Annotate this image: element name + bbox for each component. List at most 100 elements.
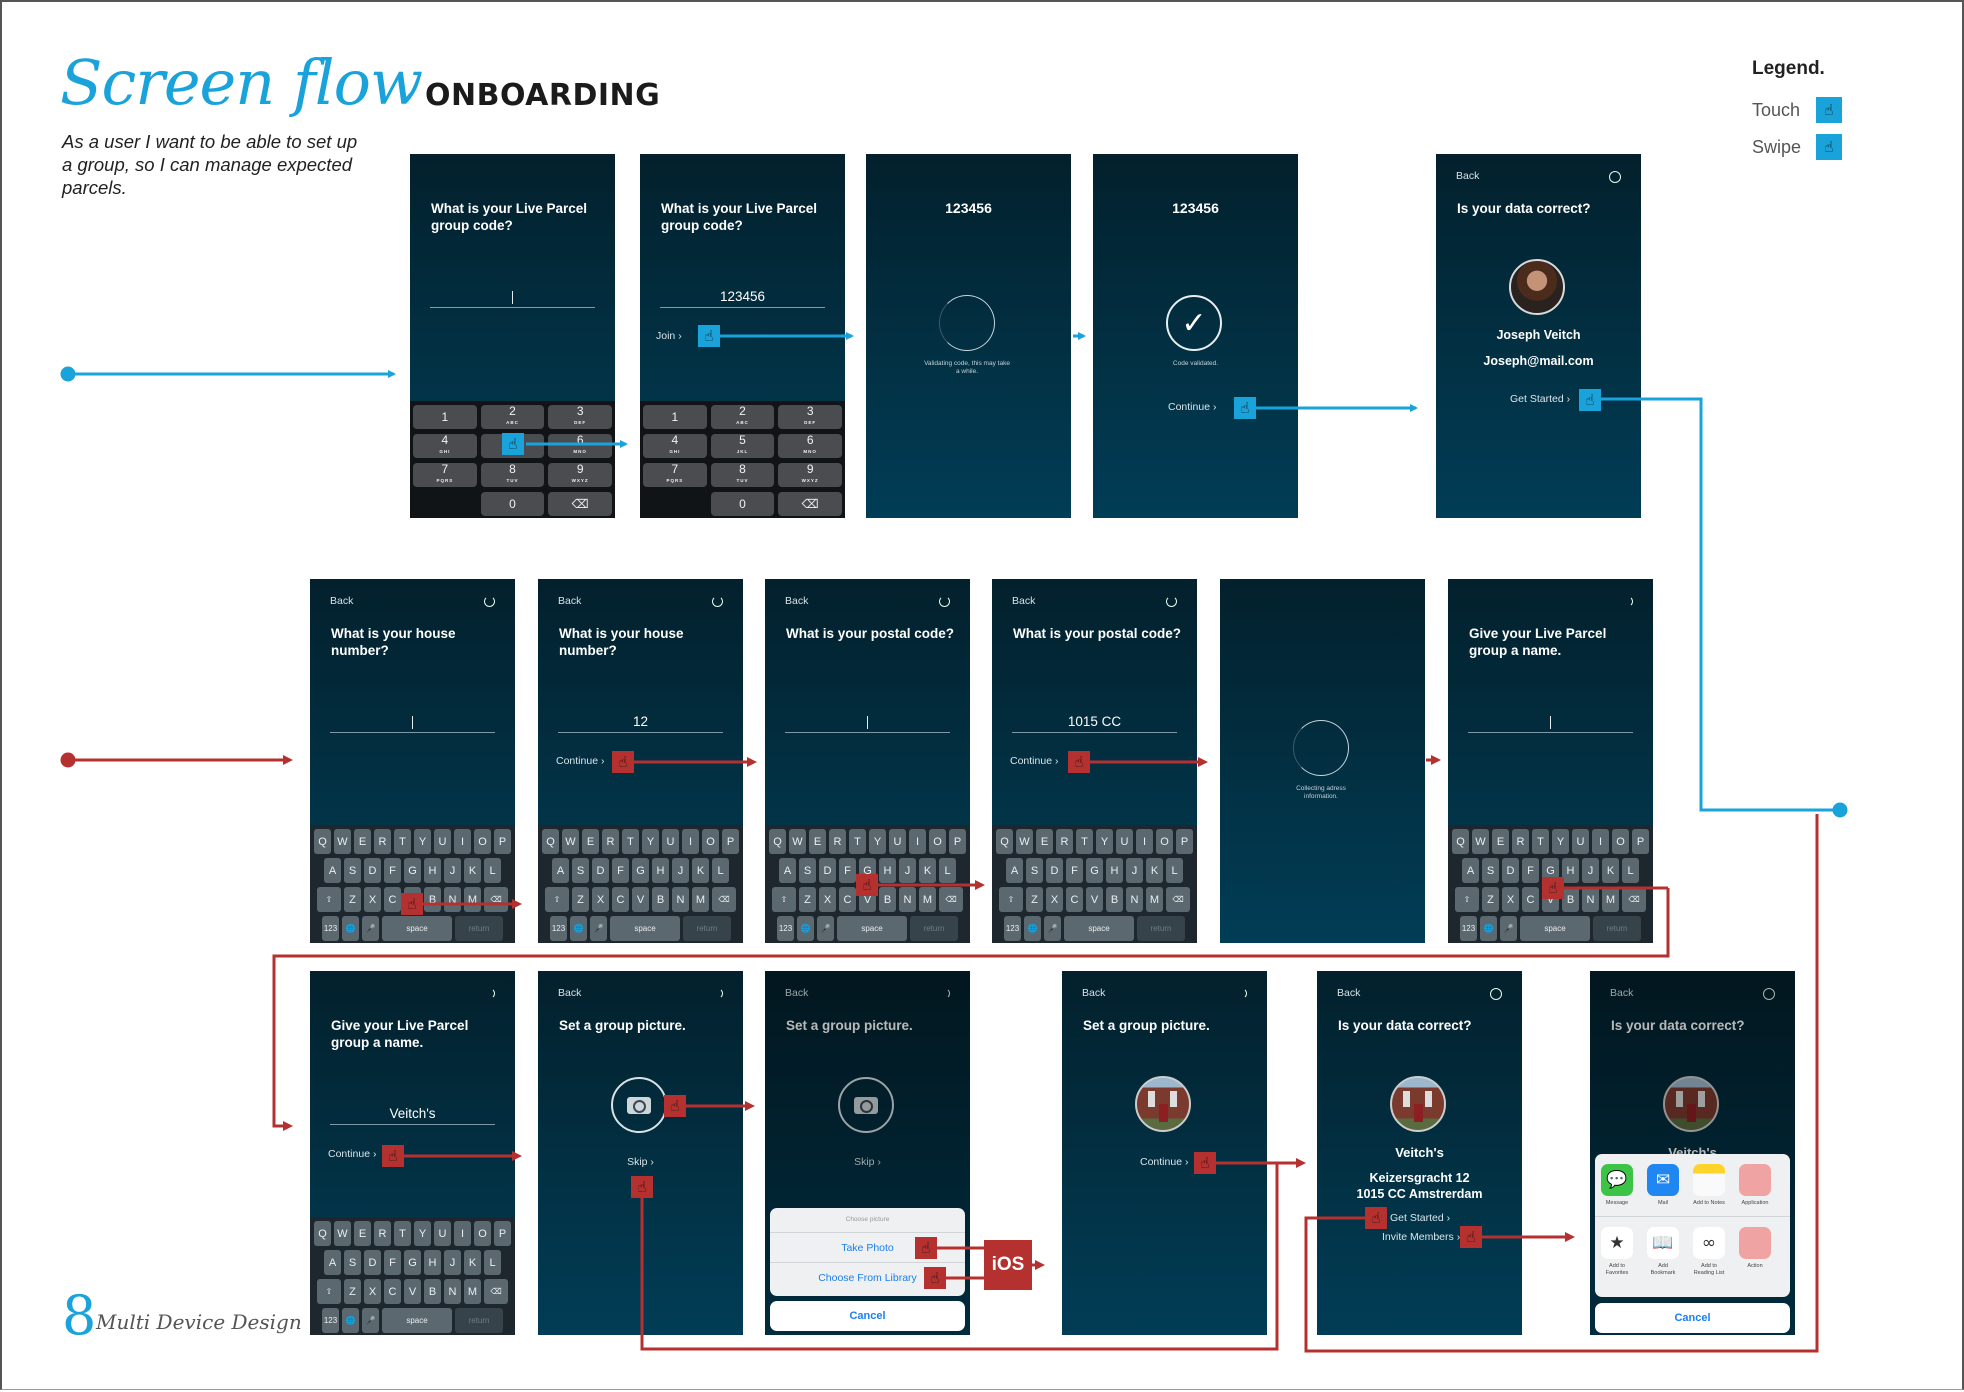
- key[interactable]: L: [1166, 858, 1183, 883]
- group-code-input[interactable]: 123456: [660, 288, 825, 308]
- key[interactable]: X: [364, 1279, 381, 1304]
- key[interactable]: O: [929, 829, 946, 854]
- key-123[interactable]: 123: [1004, 916, 1021, 941]
- key[interactable]: H: [1106, 858, 1123, 883]
- microphone-icon[interactable]: 🎤: [362, 916, 379, 941]
- key[interactable]: T: [1532, 829, 1549, 854]
- key[interactable]: F: [612, 858, 629, 883]
- key[interactable]: H: [1562, 858, 1579, 883]
- microphone-icon[interactable]: 🎤: [817, 916, 834, 941]
- key[interactable]: M: [464, 1279, 481, 1304]
- keyboard[interactable]: QWERTYUIOPASDFGHJKL⇧ZXCVBNM⌫123🌐🎤spacere…: [310, 825, 515, 943]
- key[interactable]: M: [692, 887, 709, 912]
- key[interactable]: ⇧: [545, 887, 569, 912]
- key[interactable]: R: [829, 829, 846, 854]
- key[interactable]: W: [789, 829, 806, 854]
- key[interactable]: U: [1116, 829, 1133, 854]
- return-key[interactable]: return: [910, 916, 958, 941]
- keyboard[interactable]: QWERTYUIOPASDFGHJKL⇧ZXCVBNM⌫123🌐🎤spacere…: [538, 825, 743, 943]
- group-code-input[interactable]: [430, 288, 595, 308]
- key[interactable]: ⌫: [1622, 887, 1646, 912]
- share-application[interactable]: Application: [1739, 1164, 1771, 1207]
- key[interactable]: G: [404, 858, 421, 883]
- key[interactable]: I: [909, 829, 926, 854]
- keypad-key[interactable]: 8 TUV: [480, 463, 545, 487]
- return-key[interactable]: return: [455, 916, 503, 941]
- continue-button[interactable]: Continue ›: [328, 1148, 376, 1160]
- key[interactable]: ⌫: [484, 1279, 508, 1304]
- key-123[interactable]: 123: [1460, 916, 1477, 941]
- key[interactable]: E: [582, 829, 599, 854]
- keypad-key[interactable]: 0: [480, 492, 545, 516]
- key[interactable]: W: [334, 829, 351, 854]
- key[interactable]: Y: [414, 829, 431, 854]
- key[interactable]: Q: [769, 829, 786, 854]
- key[interactable]: N: [1582, 887, 1599, 912]
- key[interactable]: D: [1502, 858, 1519, 883]
- key[interactable]: T: [394, 829, 411, 854]
- key[interactable]: X: [1502, 887, 1519, 912]
- key[interactable]: O: [474, 1221, 491, 1246]
- key[interactable]: S: [572, 858, 589, 883]
- back-button[interactable]: Back: [785, 595, 808, 607]
- back-button[interactable]: Back: [1456, 170, 1479, 182]
- key[interactable]: L: [939, 858, 956, 883]
- key-123[interactable]: 123: [550, 916, 567, 941]
- key[interactable]: W: [1016, 829, 1033, 854]
- keypad-key[interactable]: 4 GHI: [643, 434, 707, 458]
- key[interactable]: R: [374, 1221, 391, 1246]
- key[interactable]: V: [632, 887, 649, 912]
- keypad-key[interactable]: 1: [643, 405, 707, 429]
- return-key[interactable]: return: [683, 916, 731, 941]
- key[interactable]: D: [1046, 858, 1063, 883]
- keyboard[interactable]: QWERTYUIOPASDFGHJKL⇧ZXCVBNM⌫123🌐🎤spacere…: [310, 1217, 515, 1335]
- globe-icon[interactable]: 🌐: [570, 916, 587, 941]
- key[interactable]: P: [1176, 829, 1193, 854]
- key[interactable]: Z: [799, 887, 816, 912]
- keypad-key[interactable]: 9 WXYZ: [778, 463, 842, 487]
- key[interactable]: Z: [344, 887, 361, 912]
- key[interactable]: Y: [642, 829, 659, 854]
- keypad-key[interactable]: 2 ABC: [480, 405, 545, 429]
- key[interactable]: O: [1612, 829, 1629, 854]
- key[interactable]: S: [1026, 858, 1043, 883]
- key[interactable]: D: [819, 858, 836, 883]
- globe-icon[interactable]: 🌐: [342, 1308, 359, 1333]
- back-button[interactable]: Back: [1082, 987, 1105, 999]
- key[interactable]: D: [592, 858, 609, 883]
- key[interactable]: M: [919, 887, 936, 912]
- postal-code-input[interactable]: [785, 713, 950, 733]
- key[interactable]: K: [919, 858, 936, 883]
- get-started-button[interactable]: Get Started ›: [1510, 393, 1570, 405]
- key[interactable]: N: [672, 887, 689, 912]
- key[interactable]: B: [1106, 887, 1123, 912]
- group-name-input[interactable]: Veitch's: [330, 1105, 495, 1125]
- key[interactable]: U: [434, 1221, 451, 1246]
- keypad-key[interactable]: 8 TUV: [710, 463, 775, 487]
- keypad-key[interactable]: 6 MNO: [548, 434, 612, 458]
- microphone-icon[interactable]: 🎤: [362, 1308, 379, 1333]
- key[interactable]: T: [849, 829, 866, 854]
- key-123[interactable]: 123: [777, 916, 794, 941]
- key[interactable]: U: [1572, 829, 1589, 854]
- key[interactable]: J: [1582, 858, 1599, 883]
- key[interactable]: I: [454, 1221, 471, 1246]
- key[interactable]: T: [394, 1221, 411, 1246]
- key[interactable]: K: [1146, 858, 1163, 883]
- key[interactable]: V: [404, 1279, 421, 1304]
- key[interactable]: ⌫: [939, 887, 963, 912]
- key[interactable]: P: [1632, 829, 1649, 854]
- key[interactable]: J: [672, 858, 689, 883]
- back-button[interactable]: Back: [558, 987, 581, 999]
- key[interactable]: X: [1046, 887, 1063, 912]
- space-key[interactable]: space: [1064, 916, 1134, 941]
- space-key[interactable]: space: [610, 916, 680, 941]
- keypad-key[interactable]: 9 WXYZ: [548, 463, 612, 487]
- key[interactable]: R: [1512, 829, 1529, 854]
- key[interactable]: B: [1562, 887, 1579, 912]
- share-mail[interactable]: ✉ Mail: [1647, 1164, 1679, 1207]
- key[interactable]: L: [1622, 858, 1639, 883]
- key[interactable]: M: [1602, 887, 1619, 912]
- keypad-key[interactable]: 7 PQRS: [413, 463, 477, 487]
- key[interactable]: C: [612, 887, 629, 912]
